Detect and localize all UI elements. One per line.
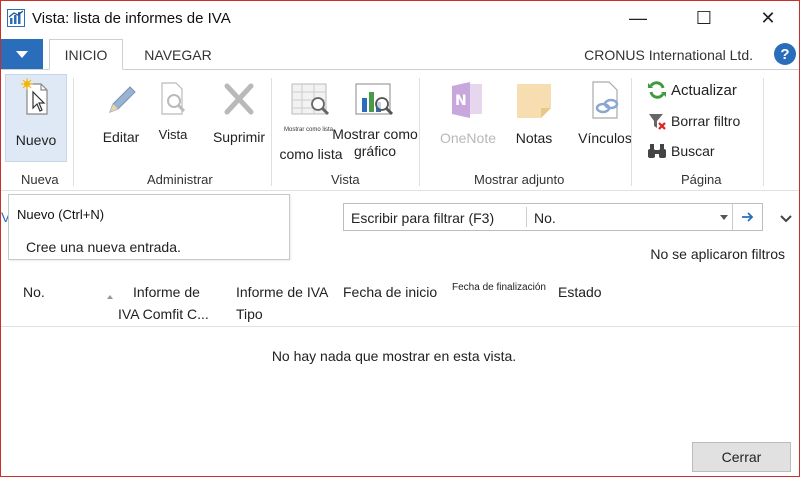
notes-icon [517,84,551,118]
column-header-estado[interactable]: Estado [558,281,602,303]
column-header-informe-comfit-line2: IVA Comfit C... [118,306,209,322]
new-document-icon [21,78,48,115]
actualizar-label: Actualizar [671,81,737,99]
column-header-fecha-fin[interactable]: Fecha de finalización [452,282,546,294]
suprimir-label: Suprimir [212,129,266,145]
cerrar-button[interactable]: Cerrar [692,442,791,472]
filter-input[interactable]: Escribir para filtrar (F3) [351,210,494,226]
tooltip-description: Cree una nueva entrada. [26,239,181,255]
actualizar-button[interactable]: Actualizar [647,80,737,100]
nuevo-button[interactable]: Nuevo [7,78,65,148]
column-header-informe-comfit-line1: Informe de [133,284,200,300]
vinculos-label: Vínculos [578,130,632,146]
app-menu-button[interactable] [1,39,43,69]
onenote-icon: N [452,82,482,118]
binoculars-icon [648,144,666,158]
nuevo-label: Nuevo [15,132,57,148]
link-icon [592,81,619,119]
filter-status: No se aplicaron filtros [650,246,785,262]
minimize-button[interactable]: — [615,3,661,33]
mostrar-grafico-button[interactable]: Mostrar como gráfico [327,80,423,160]
ribbon: Nuevo Nueva Editar Vista Suprimir Admini… [1,69,799,191]
column-header-informe-tipo-line2: Tipo [236,306,263,322]
group-separator [763,78,764,186]
ribbon-tab-row: INICIO NAVEGAR CRONUS International Ltd.… [1,39,799,70]
column-header-informe-comfit[interactable]: Informe de IVA Comfit C... [118,281,228,325]
chevron-down-icon[interactable] [780,213,792,225]
tab-inicio[interactable]: INICIO [49,39,123,70]
view-document-icon [161,82,186,115]
empty-list-message: No hay nada que mostrar en esta vista. [271,348,517,364]
header-divider [1,326,799,327]
chart-view-icon [355,83,394,116]
arrow-right-icon [742,212,754,222]
app-chart-icon [7,9,25,27]
company-name[interactable]: CRONUS International Ltd. [584,47,753,63]
close-window-button[interactable]: ✕ [745,3,791,33]
filter-go-button[interactable] [732,204,763,230]
group-label-administrar: Administrar [147,172,213,187]
sort-ascending-icon [107,295,113,299]
buscar-label: Buscar [671,143,715,159]
group-label-mostrar-adjunto: Mostrar adjunto [474,172,565,187]
help-icon[interactable]: ? [774,43,796,65]
group-label-vista: Vista [331,172,360,187]
window-title: Vista: lista de informes de IVA [32,10,231,27]
mostrar-grafico-line2: gráfico [353,143,397,159]
filter-divider [526,207,527,227]
borrar-filtro-button[interactable]: Borrar filtro [647,111,740,131]
group-separator [73,78,74,186]
svg-text:N: N [455,93,467,109]
column-header-informe-tipo-line1: Informe de IVA [236,284,329,300]
refresh-icon [648,81,666,99]
onenote-label: OneNote [439,130,497,146]
app-window: Vista: lista de informes de IVA — ☐ ✕ IN… [0,0,800,477]
pencil-icon [109,86,136,113]
mostrar-grafico-line1: Mostrar como [332,126,418,142]
suprimir-button[interactable]: Suprimir [207,80,271,145]
column-header-fecha-inicio[interactable]: Fecha de inicio [343,281,437,303]
clear-filter-icon [649,114,666,130]
dropdown-arrow-icon [16,50,28,58]
group-label-pagina: Página [681,172,722,187]
mostrar-lista-tiny-label: Mostrar como lista [284,127,334,133]
notas-button[interactable]: Notas [509,80,559,146]
group-separator [419,78,420,186]
mostrar-grafico-label: Mostrar como gráfico [327,126,423,160]
vinculos-button[interactable]: Vínculos [573,80,637,146]
notas-label: Notas [515,130,553,146]
filter-bar: Escribir para filtrar (F3) No. [343,203,763,231]
editar-label: Editar [102,129,140,145]
borrar-filtro-label: Borrar filtro [671,113,741,129]
tab-navegar[interactable]: NAVEGAR [133,39,223,70]
buscar-button[interactable]: Buscar [647,141,715,161]
editar-button[interactable]: Editar [93,82,149,145]
group-separator [631,78,632,186]
vista-label: Vista [158,127,188,142]
vista-button[interactable]: Vista [151,80,195,142]
group-label-nueva: Nueva [21,172,59,187]
onenote-button[interactable]: N OneNote [431,80,505,146]
filter-field-select[interactable]: No. [534,210,556,226]
maximize-button[interactable]: ☐ [681,3,727,33]
column-header-no[interactable]: No. [23,281,45,303]
filter-dropdown-icon[interactable] [720,215,728,220]
nuevo-tooltip: Nuevo (Ctrl+N) Cree una nueva entrada. [8,194,290,260]
column-header-informe-tipo[interactable]: Informe de IVA Tipo [236,281,328,325]
tooltip-title: Nuevo (Ctrl+N) [17,207,105,222]
list-view-icon [291,83,330,116]
group-separator [271,78,272,186]
title-bar[interactable]: Vista: lista de informes de IVA — ☐ ✕ [1,1,799,35]
delete-x-icon [224,83,254,115]
